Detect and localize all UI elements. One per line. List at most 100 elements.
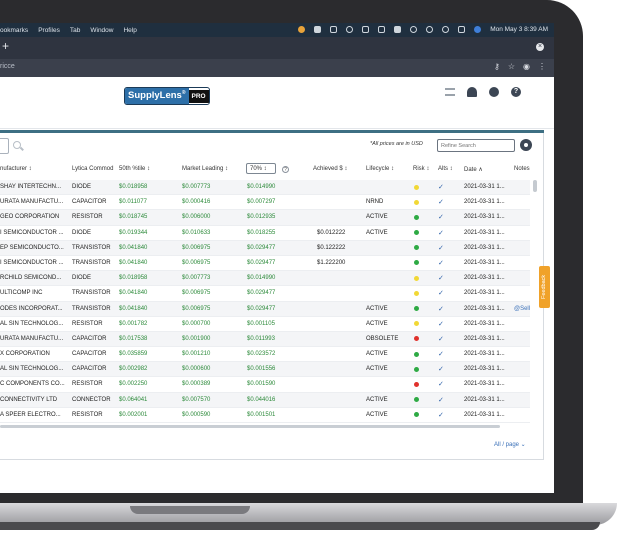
table-row[interactable]: CONNECTIVITY LTD CONNECTOR $0.064041 $0.007… (0, 392, 530, 408)
help-icon[interactable]: ? (511, 87, 521, 97)
table-row[interactable]: ULTICOMP INC TRANSISTOR $0.041840 $0.006975… (0, 286, 530, 302)
cell-lifecycle: ACTIVE (366, 366, 388, 373)
user-switch-icon[interactable] (426, 26, 434, 33)
filter-box[interactable] (0, 138, 9, 154)
cell-date: 2021-03-31 1... (464, 244, 505, 251)
close-icon[interactable]: × (536, 43, 544, 51)
supplylens-logo[interactable]: SupplyLens® PRO (124, 87, 210, 105)
check-icon[interactable]: ✓ (438, 244, 444, 252)
col-50th-percentile[interactable]: 50th %tile ↕ (119, 166, 150, 172)
feedback-tab[interactable]: Feedback (539, 266, 550, 308)
cell-notes[interactable]: @Sell (514, 306, 530, 312)
menu-item[interactable]: Profiles (38, 27, 60, 34)
menu-clock[interactable]: Mon May 3 8:39 AM (490, 26, 548, 33)
table-row[interactable]: ODES INCORPORAT... TRANSISTOR $0.041840 $0.… (0, 301, 530, 317)
cell-commodity: DIODE (72, 275, 92, 282)
check-icon[interactable]: ✓ (438, 380, 444, 388)
percentile-help-icon[interactable]: ? (282, 166, 289, 173)
cell-date: 2021-03-31 1... (464, 184, 505, 190)
user-icon[interactable] (489, 87, 499, 97)
url-text[interactable]: ricce (0, 63, 15, 70)
notes-icon[interactable] (314, 26, 322, 33)
col-lifecycle[interactable]: Lifecycle ↕ (366, 166, 394, 172)
url-bar[interactable]: ricce ⚷ ☆ ◉ ⋮ (0, 59, 554, 77)
check-icon[interactable]: ✓ (438, 274, 444, 282)
cell-market-leading: $0.000389 (182, 381, 211, 388)
table-row[interactable]: AL SIN TECHNOLOG... CAPACITOR $0.002982 $0.… (0, 362, 530, 378)
cell-manufacturer: AL SIN TECHNOLOG... (0, 320, 64, 327)
check-icon[interactable]: ✓ (438, 320, 444, 328)
col-achieved[interactable]: Achieved $ ↕ (313, 166, 347, 172)
menu-item[interactable]: Tab (70, 27, 80, 34)
table-row[interactable]: RCHILD SEMICOND... DIODE $0.018958 $0.00777… (0, 271, 530, 287)
cell-date: 2021-03-31 1... (464, 214, 505, 221)
time-machine-icon[interactable] (346, 26, 354, 33)
cell-50th-percentile: $0.064041 (119, 396, 148, 403)
control-center-icon[interactable] (458, 26, 466, 33)
cell-commodity: CAPACITOR (72, 199, 107, 206)
check-icon[interactable]: ✓ (438, 198, 444, 206)
check-icon[interactable]: ✓ (438, 289, 444, 297)
col-alts[interactable]: Alts ↕ (438, 166, 453, 172)
more-menu-icon[interactable]: ⋮ (538, 62, 546, 71)
check-icon[interactable]: ✓ (438, 259, 444, 267)
percentile-select[interactable]: 70% ↕ (246, 163, 276, 174)
check-icon[interactable]: ✓ (438, 335, 444, 343)
volume-icon[interactable] (362, 26, 370, 33)
vertical-scrollbar[interactable] (533, 180, 537, 192)
refine-search-input[interactable] (437, 139, 515, 152)
list-icon[interactable] (445, 88, 455, 96)
check-icon[interactable]: ✓ (438, 396, 444, 404)
cell-70th-percentile: $0.007297 (247, 199, 276, 206)
check-icon[interactable]: ✓ (438, 350, 444, 358)
new-tab-button[interactable]: + (2, 39, 9, 53)
col-notes[interactable]: Notes (514, 166, 530, 172)
col-lytica-commodity[interactable]: Lytica Commod (72, 166, 113, 172)
search-icon[interactable] (13, 141, 21, 149)
table-row[interactable]: I SEMICONDUCTOR ... DIODE $0.019344 $0.0106… (0, 226, 530, 241)
table-row[interactable]: EP SEMICONDUCTO... TRANSISTOR $0.041840 $0.… (0, 240, 530, 256)
table-row[interactable]: GEO CORPORATION RESISTOR $0.018745 $0.00600… (0, 210, 530, 226)
bell-icon[interactable] (467, 87, 477, 97)
table-row[interactable]: C COMPONENTS CO... RESISTOR $0.002250 $0.00… (0, 377, 530, 393)
battery-icon[interactable] (394, 26, 402, 33)
table-row[interactable]: SHAY INTERTECHN... DIODE $0.018958 $0.00777… (0, 180, 530, 196)
cell-lifecycle: OBSOLETE (366, 335, 399, 342)
table-row[interactable]: URATA MANUFACTU... CAPACITOR $0.017538 $0.0… (0, 331, 530, 348)
table-row[interactable]: X CORPORATION CAPACITOR $0.035859 $0.001210… (0, 347, 530, 363)
table-row[interactable]: A SPEER ELECTRO... RESISTOR $0.002001 $0.00… (0, 408, 530, 423)
col-market-leading[interactable]: Market Leading ↕ (182, 166, 228, 172)
table-row[interactable]: I SEMICONDUCTOR ... TRANSISTOR $0.041840 $0… (0, 256, 530, 272)
cell-70th-percentile: $0.029477 (247, 290, 276, 297)
siri-icon[interactable] (474, 26, 482, 33)
check-icon[interactable]: ✓ (438, 213, 444, 221)
record-icon[interactable] (298, 26, 306, 33)
spotlight-icon[interactable] (442, 26, 450, 33)
check-icon[interactable]: ✓ (438, 229, 444, 237)
wifi-icon[interactable] (410, 26, 418, 33)
browser-tab-strip: + × (0, 37, 554, 59)
menu-item[interactable]: Help (123, 27, 136, 34)
menu-item[interactable]: Window (90, 27, 113, 34)
star-icon[interactable]: ☆ (508, 62, 515, 71)
check-icon[interactable]: ✓ (438, 183, 444, 191)
col-manufacturer[interactable]: nufacturer ↕ (0, 166, 32, 172)
cell-date: 2021-03-31 1... (464, 259, 505, 266)
col-risk[interactable]: Risk ↕ (413, 166, 429, 172)
check-icon[interactable]: ✓ (438, 305, 444, 313)
cell-manufacturer: EP SEMICONDUCTO... (0, 244, 64, 251)
col-date[interactable]: Date ∧ (464, 166, 483, 173)
check-icon[interactable]: ✓ (438, 411, 444, 419)
horizontal-scrollbar[interactable] (0, 425, 500, 428)
check-icon[interactable]: ✓ (438, 365, 444, 373)
page-size-select[interactable]: All / page ⌄ (494, 441, 526, 448)
bluetooth-icon[interactable] (378, 26, 386, 33)
table-row[interactable]: URATA MANUFACTU... CAPACITOR $0.011077 $0.0… (0, 195, 530, 211)
gear-icon[interactable] (520, 139, 532, 151)
table-row[interactable]: AL SIN TECHNOLOG... RESISTOR $0.001782 $0.0… (0, 317, 530, 332)
cell-50th-percentile: $0.002982 (119, 366, 148, 373)
extension-icon[interactable]: ◉ (523, 62, 530, 71)
menu-item[interactable]: ookmarks (0, 27, 28, 34)
key-icon[interactable]: ⚷ (494, 62, 500, 71)
display-icon[interactable] (330, 26, 338, 33)
